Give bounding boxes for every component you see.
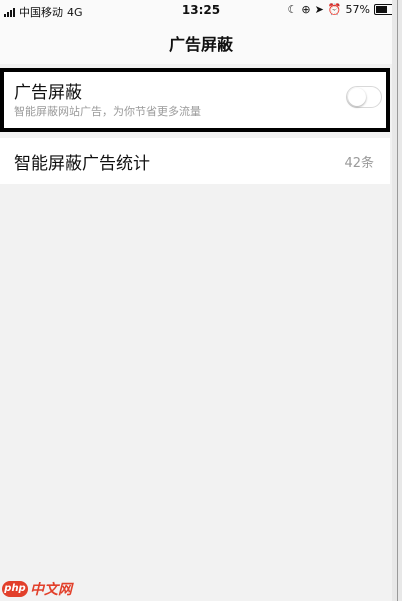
- adblock-setting-row: 广告屏蔽 智能屏蔽网站广告，为你节省更多流量: [0, 68, 390, 132]
- stats-label: 智能屏蔽广告统计: [14, 153, 150, 174]
- moon-icon: ☾: [287, 3, 298, 16]
- toggle-knob: [348, 88, 366, 106]
- nav-bar: 广告屏蔽: [0, 22, 402, 64]
- location-icon: ➤: [314, 3, 324, 16]
- adblock-stats-row[interactable]: 智能屏蔽广告统计 42条: [0, 138, 390, 184]
- status-right: ☾ ⊕ ➤ ⏰ 57%: [287, 3, 400, 16]
- stats-count: 42条: [344, 155, 374, 171]
- watermark-text: 中文网: [30, 582, 72, 598]
- watermark: php 中文网: [2, 579, 72, 599]
- alarm-icon: ⏰: [327, 3, 342, 16]
- adblock-title: 广告屏蔽: [14, 83, 82, 103]
- page-title: 广告屏蔽: [168, 35, 233, 54]
- edge-divider: [392, 0, 402, 601]
- adblock-toggle[interactable]: [346, 86, 382, 108]
- battery-fill: [376, 6, 388, 13]
- adblock-description: 智能屏蔽网站广告，为你节省更多流量: [14, 105, 201, 118]
- status-bar: 中国移动 4G 13:25 ☾ ⊕ ➤ ⏰ 57%: [0, 0, 402, 22]
- watermark-logo: php: [2, 581, 28, 597]
- screen: 中国移动 4G 13:25 ☾ ⊕ ➤ ⏰ 57% 广告屏蔽 广告屏蔽 智能屏蔽…: [0, 0, 402, 601]
- lock-rotation-icon: ⊕: [301, 3, 311, 16]
- battery-percent: 57%: [345, 3, 370, 16]
